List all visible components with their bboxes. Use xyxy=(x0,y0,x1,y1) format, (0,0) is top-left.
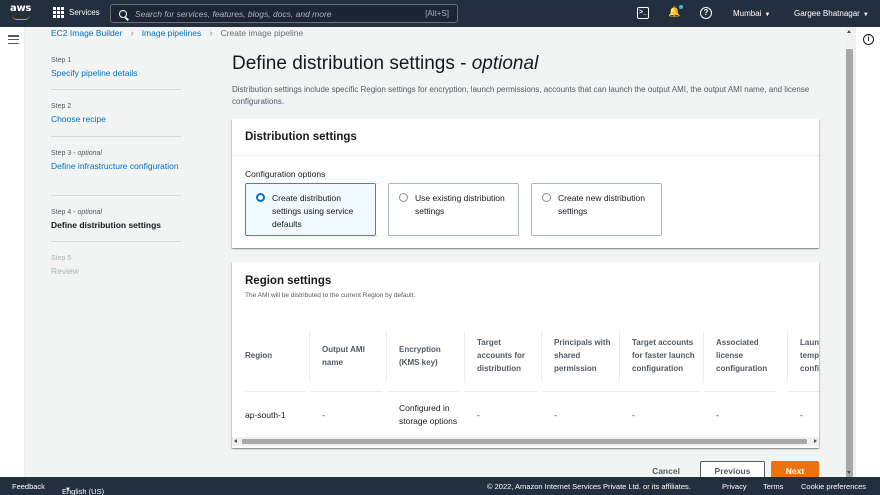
step-divider xyxy=(51,89,181,90)
distribution-settings-header: Distribution settings xyxy=(232,119,819,156)
footer: Feedback English (US) ▼ © 2022, Amazon In… xyxy=(0,477,880,495)
tile-label: Create distribution settings using servi… xyxy=(272,193,354,229)
wizard-step-3[interactable]: Step 3 - optional Define infrastructure … xyxy=(51,149,181,173)
step-number: Step 1 xyxy=(51,57,72,64)
wizard-step-5: Step 5 Review xyxy=(51,254,181,278)
chevron-right-icon: › xyxy=(209,27,213,39)
aws-logo-text: aws xyxy=(10,3,32,14)
region-settings-subtitle: The AMI will be distributed to the curre… xyxy=(245,292,416,299)
table-cell-encryption: Configured in storage options xyxy=(399,403,458,426)
wizard-step-1[interactable]: Step 1 Specify pipeline details xyxy=(51,56,181,80)
table-cell-faster-launch: - xyxy=(632,409,635,420)
breadcrumb-ec2-image-builder[interactable]: EC2 Image Builder xyxy=(51,28,122,38)
region-settings-container: Region settings The AMI will be distribu… xyxy=(232,262,819,448)
scrollbar-thumb[interactable] xyxy=(846,49,853,477)
wizard-step-4: Step 4 - optional Define distribution se… xyxy=(51,208,181,232)
services-label: Services xyxy=(69,8,100,17)
column-header-region: Region xyxy=(245,320,305,392)
copyright-text: © 2022, Amazon Internet Services Private… xyxy=(487,482,691,491)
column-header-license-configuration: Associated license configuration xyxy=(703,320,776,392)
step-divider xyxy=(51,195,181,196)
chevron-right-icon: › xyxy=(130,27,134,39)
tools-panel-rail: i xyxy=(855,27,880,477)
column-header-encryption: Encryption (KMS key) xyxy=(386,320,459,392)
column-header-target-accounts: Target accounts for distribution xyxy=(464,320,537,392)
scroll-right-arrow-icon[interactable] xyxy=(814,439,817,443)
breadcrumb-current: Create image pipeline xyxy=(220,28,304,38)
hamburger-menu-icon[interactable] xyxy=(8,35,19,44)
global-search[interactable]: [Alt+S] xyxy=(110,4,458,23)
step-title: Specify pipeline details xyxy=(51,68,138,78)
step-title: Define infrastructure configuration xyxy=(51,161,179,171)
privacy-link[interactable]: Privacy xyxy=(722,482,747,491)
breadcrumb-image-pipelines[interactable]: Image pipelines xyxy=(142,28,202,38)
region-settings-header: Region settings xyxy=(245,275,332,287)
scroll-left-arrow-icon[interactable] xyxy=(234,439,237,443)
column-header-output-ami-name: Output AMI name xyxy=(309,320,382,392)
radio-button[interactable] xyxy=(542,193,551,202)
side-navigation-rail xyxy=(0,27,25,477)
table-cell-region: ap-south-1 xyxy=(245,409,286,420)
services-menu-button[interactable]: Services xyxy=(53,7,100,18)
tile-create-new[interactable]: Create new distribution settings xyxy=(531,183,662,236)
region-selector[interactable]: Mumbai ▼ xyxy=(733,9,770,18)
search-input[interactable] xyxy=(135,8,415,19)
table-cell-output-ami-name: - xyxy=(322,409,325,420)
step-divider xyxy=(51,136,181,137)
info-icon[interactable]: i xyxy=(863,34,874,45)
region-settings-table: Region Output AMI name Encryption (KMS k… xyxy=(232,320,819,437)
cloudshell-icon[interactable]: >_ xyxy=(637,7,649,19)
scrollbar-thumb[interactable] xyxy=(242,439,807,444)
breadcrumb: EC2 Image Builder › Image pipelines › Cr… xyxy=(51,27,303,39)
page-title: Define distribution settings - optional xyxy=(232,53,539,74)
caret-down-icon: ▼ xyxy=(764,12,771,18)
search-shortcut-hint: [Alt+S] xyxy=(425,9,449,18)
configuration-options-label: Configuration options xyxy=(245,169,326,179)
region-label: Mumbai xyxy=(733,9,762,18)
cookie-preferences-link[interactable]: Cookie preferences xyxy=(801,482,866,491)
table-cell-target-accounts: - xyxy=(477,409,480,420)
notifications-bell-icon[interactable]: 🔔 xyxy=(668,5,683,19)
terms-link[interactable]: Terms xyxy=(763,482,783,491)
aws-logo[interactable]: aws xyxy=(10,4,36,22)
column-header-launch-template: Launch template configuration xyxy=(787,320,819,392)
page-description: Distribution settings include specific R… xyxy=(232,85,810,106)
column-header-faster-launch: Target accounts for faster launch config… xyxy=(619,320,700,392)
aws-smile-icon xyxy=(12,15,30,20)
table-cell-launch-template: - xyxy=(800,409,803,420)
step-number: Step 2 xyxy=(51,103,72,110)
search-icon xyxy=(119,9,127,18)
account-name: Gargee Bhatnagar xyxy=(794,9,860,18)
distribution-settings-container: Distribution settings Configuration opti… xyxy=(232,119,819,248)
table-horizontal-scrollbar[interactable] xyxy=(232,437,819,446)
wizard-step-2[interactable]: Step 2 Choose recipe xyxy=(51,102,181,126)
help-icon[interactable]: ? xyxy=(700,7,712,19)
column-header-principals: Principals with shared permission xyxy=(541,320,619,392)
step-number: Step 4 - optional xyxy=(51,209,102,216)
step-number: Step 3 - optional xyxy=(51,150,102,157)
top-navigation: aws Services [Alt+S] >_ 🔔 ? Mumbai▼ Garg… xyxy=(0,0,880,27)
grid-icon xyxy=(53,7,64,18)
scroll-down-arrow-icon[interactable] xyxy=(847,471,851,474)
step-number: Step 5 xyxy=(51,255,72,262)
scroll-up-arrow-icon[interactable] xyxy=(847,30,851,33)
radio-button[interactable] xyxy=(399,193,408,202)
table-cell-principals: - xyxy=(554,409,557,420)
caret-down-icon: ▼ xyxy=(862,12,869,18)
step-title: Define distribution settings xyxy=(51,220,162,230)
tile-service-defaults[interactable]: Create distribution settings using servi… xyxy=(245,183,376,236)
radio-button-selected[interactable] xyxy=(256,193,265,202)
feedback-link[interactable]: Feedback xyxy=(12,482,45,491)
step-divider xyxy=(51,241,181,242)
tile-label: Create new distribution settings xyxy=(558,193,645,216)
tile-label: Use existing distribution settings xyxy=(415,193,505,216)
account-menu[interactable]: Gargee Bhatnagar ▼ xyxy=(794,9,869,18)
vertical-scrollbar[interactable] xyxy=(845,27,854,477)
step-title: Review xyxy=(51,266,79,276)
table-cell-license-configuration: - xyxy=(716,409,719,420)
caret-down-icon: ▼ xyxy=(65,487,71,493)
notification-dot xyxy=(679,5,683,9)
tile-use-existing[interactable]: Use existing distribution settings xyxy=(388,183,519,236)
step-title: Choose recipe xyxy=(51,114,106,124)
